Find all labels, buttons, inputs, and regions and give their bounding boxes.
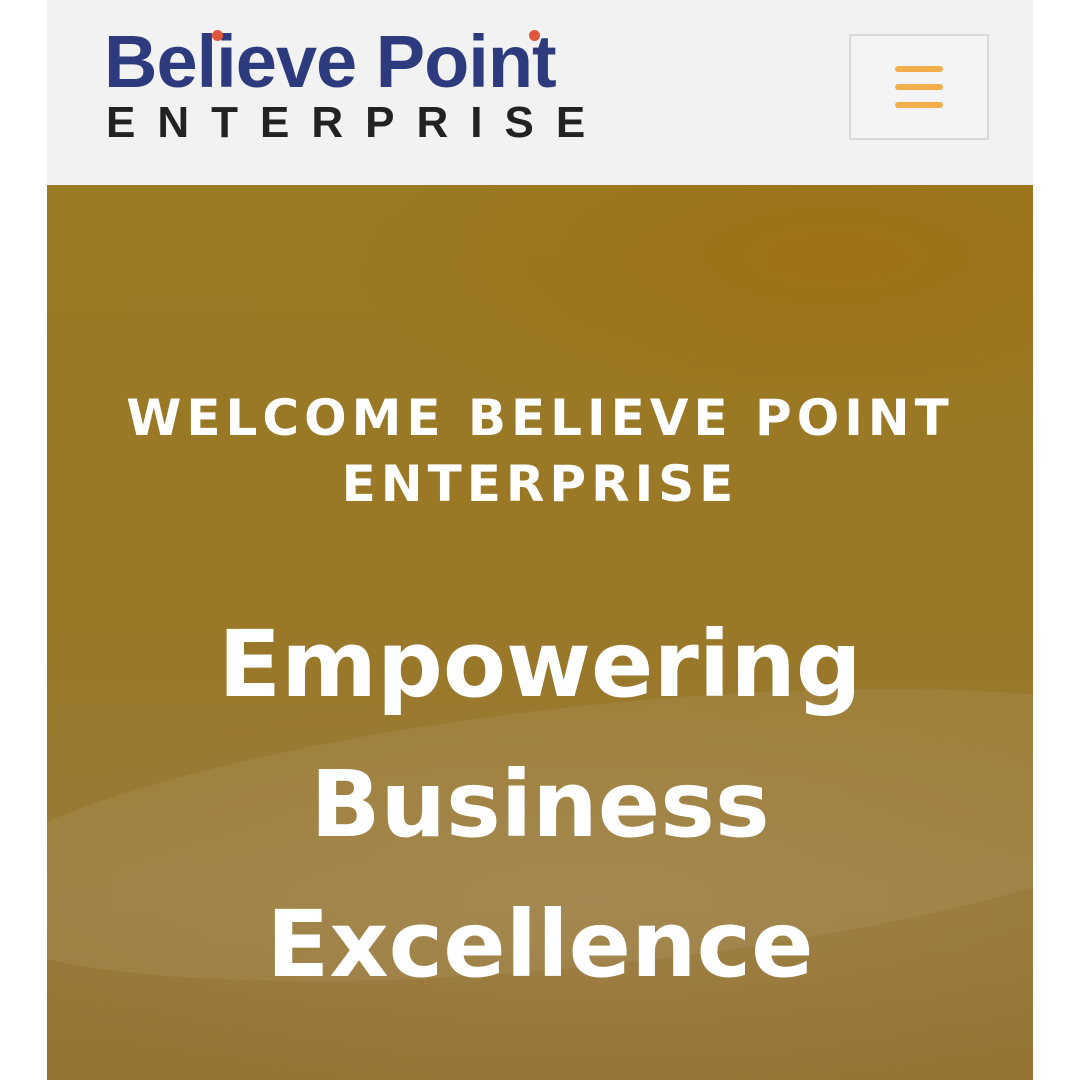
hamburger-menu-icon — [895, 66, 943, 108]
hero-kicker: WELCOME BELIEVE POINT ENTERPRISE — [126, 389, 954, 513]
logo-main-text: Believe Point — [104, 20, 557, 103]
logo-subtitle: ENTERPRISE — [106, 98, 608, 147]
hero-title: Empowering Business Excellence — [47, 595, 1033, 1015]
menu-icon-bar — [895, 84, 943, 90]
hero-title-line: Empowering — [218, 611, 862, 718]
logo-dot-accent — [529, 30, 540, 41]
menu-toggle-button[interactable] — [849, 34, 989, 140]
menu-icon-bar — [895, 66, 943, 72]
page-frame: Believe Point ENTERPRISE WELCOME BELIEVE… — [47, 0, 1033, 1080]
site-header: Believe Point ENTERPRISE — [47, 0, 1033, 185]
logo-dot-accent — [212, 30, 223, 41]
site-logo[interactable]: Believe Point ENTERPRISE — [104, 20, 624, 150]
hero-title-line: Excellence — [266, 891, 814, 998]
hero-title-line: Business — [310, 751, 770, 858]
hero-banner: WELCOME BELIEVE POINT ENTERPRISE Empower… — [47, 185, 1033, 1080]
menu-icon-bar — [895, 102, 943, 108]
